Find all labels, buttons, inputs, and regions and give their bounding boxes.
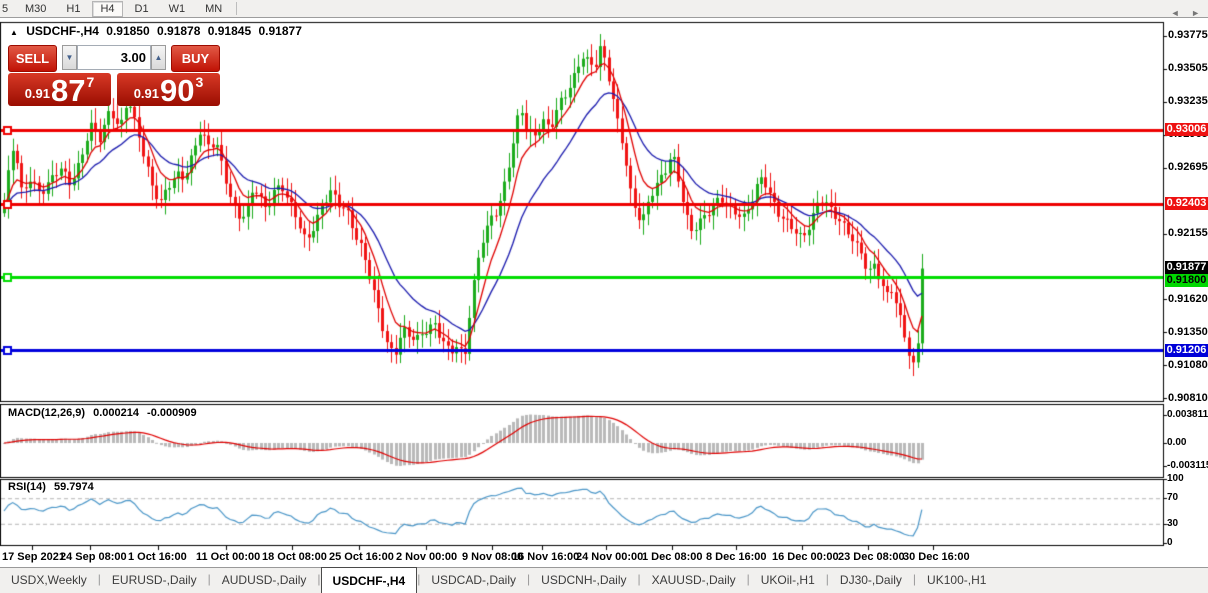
date-label: 23 Dec 08:00 [838,551,905,563]
ohlc-low: 0.91845 [207,24,252,38]
timeframe-button-m30[interactable]: M30 [17,1,54,17]
buy-price-display[interactable]: 0.91 90 3 [117,73,220,106]
volume-up-button[interactable]: ▲ [151,45,166,70]
macd-name: MACD(12,26,9) [8,407,86,419]
chart-tab-usdchf-h4[interactable]: USDCHF-,H4 [320,567,418,593]
price-badge-0.93006: 0.93006 [1165,123,1208,137]
macd-label: MACD(12,26,9) 0.000214 -0.000909 [8,407,202,419]
toolbar-separator [236,2,238,15]
date-label: 18 Oct 08:00 [262,551,327,563]
tab-scroll-right-icon[interactable]: ► [1191,8,1200,18]
tab-scroll-left-icon[interactable]: ◄ [1171,8,1180,18]
date-label: 25 Oct 16:00 [329,551,394,563]
chart-tab-usdcnh-daily[interactable]: USDCNH-,Daily [530,568,637,593]
date-label: 1 Oct 16:00 [128,551,187,563]
date-label: 17 Sep 2021 [2,551,65,563]
chart-tab-usdx-weekly[interactable]: USDX,Weekly [0,568,98,593]
one-click-trade-panel: SELL ▼ 3.00 ▲ BUY 0.91 87 7 0.91 90 3 [8,45,220,106]
timeframe-button-h1[interactable]: H1 [58,1,88,17]
chart-tab-ukoil-h1[interactable]: UKOil-,H1 [750,568,826,593]
price-tick-label: 0.91620 [1168,292,1208,305]
price-tick-label: 0.91080 [1168,358,1208,371]
sell-price-display[interactable]: 0.91 87 7 [8,73,111,106]
volume-stepper: ▼ 3.00 ▲ [62,45,166,70]
date-label: 24 Nov 00:00 [576,551,644,563]
buy-price-pip: 3 [195,74,204,90]
rsi-tick-label: 30 [1167,517,1179,529]
chart-tab-eurusd-daily[interactable]: EURUSD-,Daily [101,568,208,593]
rsi-value: 59.7974 [53,481,94,493]
chart-tab-usdcad-daily[interactable]: USDCAD-,Daily [420,568,527,593]
rsi-label: RSI(14) 59.7974 [8,481,99,493]
ohlc-close: 0.91877 [258,24,302,38]
price-badge-0.92403: 0.92403 [1165,197,1208,211]
price-badge-0.91206: 0.91206 [1165,343,1208,357]
timeframe-button-w1[interactable]: W1 [161,1,194,17]
macd-tick-label: 0.003811 [1167,408,1208,420]
date-label: 11 Oct 00:00 [196,551,261,563]
rsi-name: RSI(14) [8,481,46,493]
price-badge-0.91877: 0.91877 [1165,261,1208,275]
date-label: 24 Sep 08:00 [60,551,127,563]
price-tick-label: 0.93775 [1168,29,1208,42]
symbol-period-label: USDCHF-,H4 [26,24,99,38]
date-label: 16 Dec 00:00 [772,551,839,563]
tab-scroll-arrows: ◄ ► [1162,8,1200,18]
ohlc-high: 0.91878 [157,24,201,38]
sell-price-pip: 7 [86,74,95,90]
rsi-tick-label: 0 [1167,537,1173,548]
date-label: 8 Dec 16:00 [706,551,767,563]
chart-tab-xauusd-daily[interactable]: XAUUSD-,Daily [641,568,747,593]
date-label: 2 Nov 00:00 [396,551,458,563]
chart-tab-uk100-h1[interactable]: UK100-,H1 [916,568,997,593]
volume-down-button[interactable]: ▼ [62,45,77,70]
sell-button[interactable]: SELL [8,45,57,72]
price-badge-0.91800: 0.91800 [1165,274,1208,288]
date-label: 16 Nov 16:00 [512,551,580,563]
rsi-tick-label: 70 [1167,492,1179,504]
buy-button[interactable]: BUY [171,45,220,72]
collapse-icon[interactable]: ▲ [10,28,18,37]
macd-main-value: 0.000214 [93,407,139,419]
timeframe-button-d1[interactable]: D1 [127,1,157,17]
chart-tab-audusd-daily[interactable]: AUDUSD-,Daily [211,568,318,593]
rsi-tick-label: 100 [1167,473,1184,484]
timeframe-button-mn[interactable]: MN [197,1,230,17]
date-label: 30 Dec 16:00 [903,551,970,563]
sell-price-prefix: 0.91 [24,86,51,101]
chart-tab-dj30-daily[interactable]: DJ30-,Daily [829,568,913,593]
buy-price-prefix: 0.91 [133,86,160,101]
timeframe-button-h4[interactable]: H4 [92,0,123,17]
macd-tick-label: -0.003115 [1167,459,1208,471]
timeframe-button-5[interactable]: 5 [0,1,13,17]
sell-price-big: 87 [51,73,86,108]
ohlc-open: 0.91850 [106,24,150,38]
timeframe-toolbar: 5 M30 H1 H4 D1 W1 MN [0,0,1208,18]
chart-tab-bar: USDX,Weekly | EURUSD-,Daily | AUDUSD-,Daily |… [0,567,1208,593]
price-tick-label: 0.90810 [1168,391,1208,404]
date-label: 1 Dec 08:00 [642,551,703,563]
chart-title: ▲ USDCHF-,H4 0.91850 0.91878 0.91845 0.9… [10,24,306,38]
macd-tick-label: 0.00 [1167,437,1187,448]
price-tick-label: 0.92695 [1168,161,1208,174]
price-tick-label: 0.91350 [1168,325,1208,338]
price-tick-label: 0.92155 [1168,227,1208,240]
macd-signal-value: -0.000909 [147,407,197,419]
price-tick-label: 0.93505 [1168,62,1208,75]
volume-input[interactable]: 3.00 [77,45,151,70]
buy-price-big: 90 [160,73,195,108]
price-tick-label: 0.93235 [1168,95,1208,108]
